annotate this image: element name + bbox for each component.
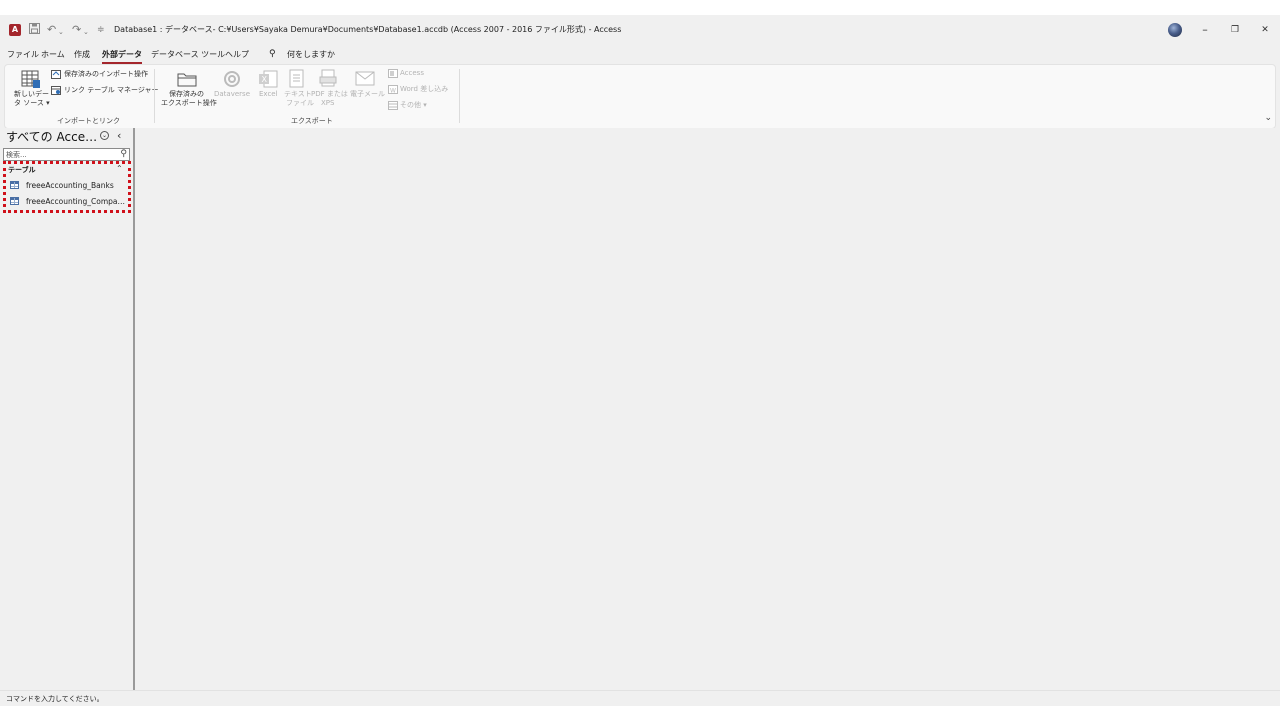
minimize-button[interactable]: – (1195, 21, 1215, 39)
more-export-icon[interactable] (388, 101, 398, 113)
undo-icon[interactable]: ↶ (47, 23, 56, 37)
email-icon[interactable] (355, 71, 375, 90)
table-group-header[interactable]: テーブル (8, 165, 36, 175)
nav-pane-title[interactable]: すべての Acce… (6, 129, 97, 145)
excel-button[interactable]: Excel (259, 90, 278, 99)
ribbon-divider (154, 69, 155, 123)
import-link-group-label: インポートとリンク (57, 117, 120, 125)
more-export-button[interactable]: その他 ▾ (400, 101, 427, 110)
nav-collapse-icon[interactable]: ‹ (117, 128, 121, 144)
nav-search-box: ⚲ (3, 148, 130, 161)
status-bar: コマンドを入力してください。 (0, 690, 1280, 706)
save-icon[interactable] (29, 23, 40, 38)
saved-imports-button[interactable]: 保存済みのインポート操作 (64, 70, 148, 79)
document-workspace (135, 128, 1280, 690)
new-data-source-label-1[interactable]: 新しいデー (14, 90, 49, 99)
table-icon (10, 197, 19, 205)
nav-item-label: freeeAccounting_Banks (26, 181, 114, 190)
table-icon (10, 181, 19, 189)
dataverse-icon[interactable] (223, 70, 241, 92)
svg-text:W: W (390, 88, 396, 95)
ribbon-collapse-icon[interactable]: ⌄ (1264, 113, 1272, 123)
nav-search-input[interactable] (6, 149, 111, 160)
dataverse-button[interactable]: Dataverse (214, 90, 250, 99)
nav-options-icon[interactable]: ⌄ (100, 131, 109, 140)
saved-imports-icon[interactable] (51, 70, 61, 82)
new-data-source-label-2[interactable]: タ ソース ▾ (14, 99, 50, 108)
undo-dropdown-icon[interactable]: ⌄ (58, 25, 64, 39)
svg-text:X: X (262, 75, 268, 84)
ribbon-divider (459, 69, 460, 123)
word-merge-button[interactable]: Word 差し込み (400, 85, 448, 94)
text-file-label-1[interactable]: テキスト (284, 90, 312, 99)
tab-file[interactable]: ファイル (7, 49, 39, 61)
access-export-icon[interactable] (388, 69, 398, 81)
email-button[interactable]: 電子メール (350, 90, 385, 99)
pdf-xps-label-1[interactable]: PDF または (311, 90, 348, 99)
saved-exports-label-2[interactable]: エクスポート操作 (161, 99, 217, 108)
nav-item-companies-table[interactable]: freeeAccounting_Compa… (8, 195, 128, 208)
saved-exports-icon[interactable] (177, 71, 197, 91)
access-export-button[interactable]: Access (400, 69, 424, 78)
tab-create[interactable]: 作成 (74, 49, 90, 61)
linked-table-manager-icon[interactable] (51, 86, 61, 98)
saved-exports-label-1[interactable]: 保存済みの (169, 90, 204, 99)
customize-quick-access-icon[interactable]: ≑ (97, 23, 105, 37)
window-title: Database1 : データベース- C:¥Users¥Sayaka Demu… (114, 25, 622, 34)
status-text: コマンドを入力してください。 (6, 695, 104, 703)
user-avatar[interactable] (1168, 23, 1182, 37)
pdf-xps-label-2[interactable]: XPS (321, 99, 334, 108)
tell-me-search[interactable]: 何をしますか (287, 49, 335, 61)
group-collapse-icon[interactable]: ⌃ (116, 163, 123, 175)
search-icon[interactable]: ⚲ (269, 48, 276, 60)
search-icon[interactable]: ⚲ (120, 147, 127, 161)
text-file-icon[interactable] (289, 69, 305, 92)
tab-external-data[interactable]: 外部データ (102, 49, 142, 64)
text-file-label-2[interactable]: ファイル (286, 99, 314, 108)
excel-icon[interactable]: X (258, 70, 278, 92)
tab-home[interactable]: ホーム (41, 49, 65, 61)
access-app-icon: A (9, 24, 21, 36)
pdf-xps-icon[interactable] (319, 69, 337, 92)
redo-dropdown-icon[interactable]: ⌄ (83, 25, 89, 39)
word-merge-icon[interactable]: W (388, 85, 398, 97)
nav-item-label: freeeAccounting_Compa… (26, 197, 126, 206)
navigation-pane: すべての Acce… ⌄ ‹ ⚲ テーブル ⌃ freeeAccounting_… (0, 128, 133, 690)
close-button[interactable]: ✕ (1255, 21, 1275, 39)
title-bar: A ↶ ⌄ ↷ ⌄ ≑ Database1 : データベース- C:¥Users… (0, 15, 1280, 45)
tab-database-tools[interactable]: データベース ツール (151, 49, 225, 61)
tab-help[interactable]: ヘルプ (225, 49, 249, 61)
redo-icon[interactable]: ↷ (72, 23, 81, 37)
nav-item-banks-table[interactable]: freeeAccounting_Banks (8, 179, 128, 192)
ribbon: 新しいデー タ ソース ▾ 保存済みのインポート操作 リンク テーブル マネージ… (4, 64, 1276, 129)
export-group-label: エクスポート (291, 117, 333, 125)
ribbon-tabs: ファイル ホーム 作成 外部データ データベース ツール ヘルプ ⚲ 何をします… (0, 47, 1280, 64)
linked-table-manager-button[interactable]: リンク テーブル マネージャー (64, 86, 159, 95)
restore-button[interactable]: ❐ (1225, 21, 1245, 39)
access-window: A ↶ ⌄ ↷ ⌄ ≑ Database1 : データベース- C:¥Users… (0, 15, 1280, 706)
